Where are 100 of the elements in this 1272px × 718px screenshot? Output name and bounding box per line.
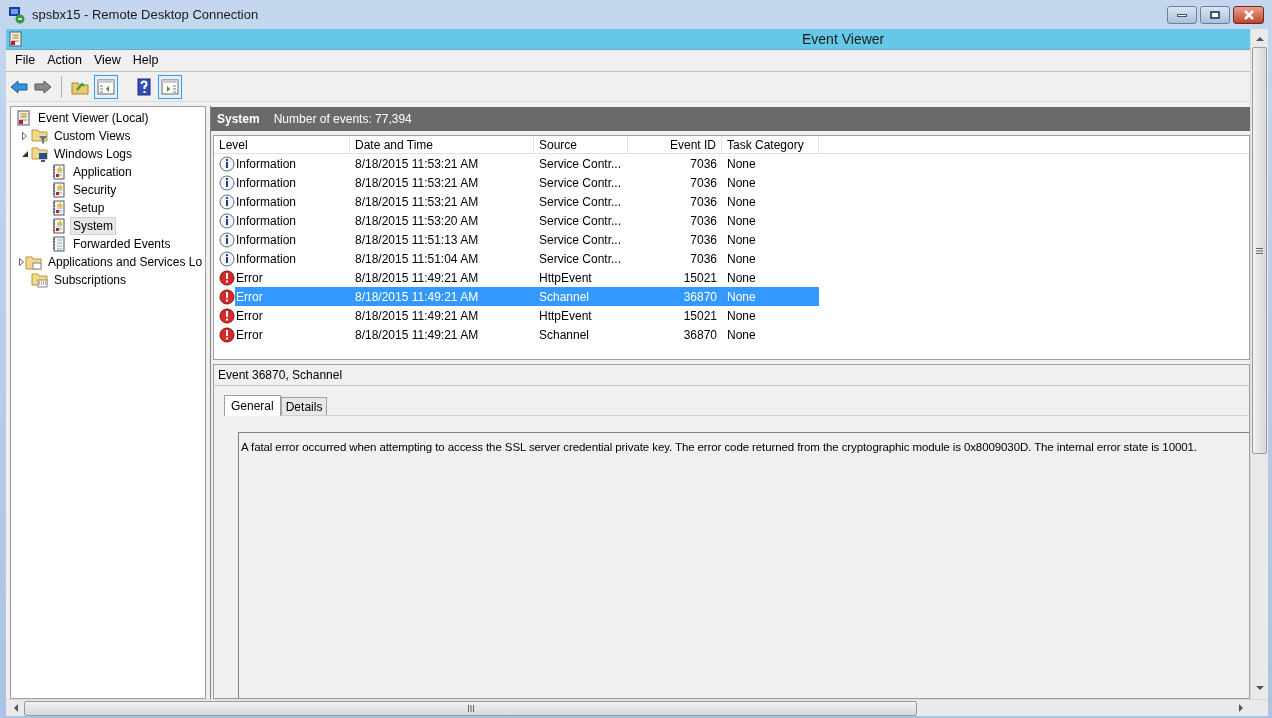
menu-item[interactable]: Action bbox=[41, 50, 88, 71]
table-cell-text: Information bbox=[235, 174, 298, 192]
tree-item[interactable]: System bbox=[70, 217, 116, 235]
table-cell-text: Schannel bbox=[538, 326, 591, 344]
maximize-icon bbox=[1210, 11, 1220, 19]
minimize-icon bbox=[1177, 13, 1187, 17]
column-header[interactable]: Level bbox=[214, 136, 350, 154]
table-cell-text: None bbox=[726, 250, 757, 268]
table-cell-text: 8/18/2015 11:53:20 AM bbox=[354, 212, 480, 230]
minimize-button[interactable] bbox=[1167, 6, 1197, 24]
table-cell: Error bbox=[235, 287, 350, 306]
column-header[interactable]: Task Category bbox=[722, 136, 819, 154]
help-button[interactable] bbox=[134, 76, 154, 97]
log-icon bbox=[50, 182, 67, 198]
maximize-button[interactable] bbox=[1200, 6, 1230, 24]
table-cell-text: 8/18/2015 11:51:13 AM bbox=[354, 231, 480, 249]
close-button[interactable] bbox=[1233, 6, 1264, 24]
scroll-left-icon[interactable] bbox=[13, 704, 18, 712]
tree-item[interactable]: Security bbox=[70, 181, 120, 199]
tree-item[interactable]: Forwarded Events bbox=[70, 235, 174, 253]
vertical-scrollbar[interactable] bbox=[1250, 29, 1268, 699]
scroll-up-icon[interactable] bbox=[1255, 36, 1264, 41]
event-count: Number of events: 77,394 bbox=[273, 111, 412, 128]
table-cell-text: HttpEvent bbox=[538, 307, 593, 325]
error-icon bbox=[219, 269, 235, 286]
table-cell-text: Service Contr... bbox=[538, 231, 623, 249]
menu-item[interactable]: Help bbox=[126, 50, 165, 71]
table-cell-text: Information bbox=[235, 212, 298, 230]
table-cell-text: 7036 bbox=[689, 193, 718, 211]
close-icon bbox=[1242, 10, 1255, 20]
tree-item[interactable]: Windows Logs bbox=[51, 145, 136, 163]
column-header[interactable]: Date and Time bbox=[350, 136, 534, 154]
table-cell-text: 8/18/2015 11:51:04 AM bbox=[354, 250, 480, 268]
info-icon bbox=[219, 174, 235, 191]
table-cell-text: None bbox=[726, 212, 757, 230]
table-cell-text: 8/18/2015 11:49:21 AM bbox=[354, 269, 480, 287]
tree-item[interactable]: Subscriptions bbox=[51, 271, 130, 289]
folder-computer-icon bbox=[31, 146, 48, 162]
table-cell-text: Information bbox=[235, 155, 298, 173]
table-cell-text: None bbox=[726, 231, 757, 249]
table-cell-text: Information bbox=[235, 193, 298, 211]
log-name: System bbox=[217, 111, 260, 128]
tree-item[interactable]: Application bbox=[70, 163, 135, 181]
folder-filter-icon bbox=[31, 128, 48, 144]
scrollbar-thumb[interactable] bbox=[1252, 47, 1267, 454]
log-icon bbox=[50, 200, 67, 216]
table-cell-text: None bbox=[726, 269, 757, 287]
table-cell-text: 7036 bbox=[689, 155, 718, 173]
table-cell-text: 7036 bbox=[689, 231, 718, 249]
table-cell-text: Information bbox=[235, 250, 298, 268]
horizontal-scrollbar-thumb[interactable] bbox=[24, 700, 917, 716]
table-cell-text: 8/18/2015 11:49:21 AM bbox=[354, 307, 480, 325]
table-cell-text: Service Contr... bbox=[538, 250, 623, 268]
table-cell-text: 8/18/2015 11:49:21 AM bbox=[354, 326, 480, 344]
error-icon bbox=[219, 288, 235, 305]
table-cell-text: 8/18/2015 11:53:21 AM bbox=[354, 155, 480, 173]
horizontal-scrollbar[interactable] bbox=[6, 699, 1268, 716]
table-cell-text: Service Contr... bbox=[538, 174, 623, 192]
tab[interactable]: Details bbox=[280, 397, 328, 415]
table-cell-text: Error bbox=[235, 326, 264, 344]
table-cell-text: None bbox=[726, 326, 757, 344]
window-title: spsbx15 - Remote Desktop Connection bbox=[32, 6, 259, 25]
tab[interactable]: General bbox=[224, 395, 281, 416]
tree-item[interactable]: Setup bbox=[70, 199, 108, 217]
expand-arrow-icon[interactable] bbox=[19, 130, 30, 142]
column-header[interactable]: Source bbox=[534, 136, 628, 154]
folder-icon bbox=[25, 254, 42, 270]
log-icon bbox=[50, 236, 67, 252]
scroll-right-icon[interactable] bbox=[1239, 704, 1244, 712]
table-cell-text: 7036 bbox=[689, 250, 718, 268]
log-icon bbox=[50, 218, 67, 234]
table-cell-text: Information bbox=[235, 231, 298, 249]
tree-item[interactable]: Event Viewer (Local) bbox=[35, 109, 152, 127]
scroll-down-icon[interactable] bbox=[1255, 686, 1264, 691]
info-icon bbox=[219, 231, 235, 248]
event-viewer-icon bbox=[8, 31, 23, 47]
expand-arrow-icon[interactable] bbox=[19, 256, 24, 268]
menu-item[interactable]: File bbox=[9, 50, 42, 71]
table-cell-text: None bbox=[726, 155, 757, 173]
table-cell: 8/18/2015 11:49:21 AM bbox=[350, 287, 534, 306]
error-icon bbox=[219, 307, 235, 324]
table-cell-text: Service Contr... bbox=[538, 155, 623, 173]
column-header[interactable]: Event ID bbox=[628, 136, 722, 154]
menu-item[interactable]: View bbox=[87, 50, 127, 71]
table-cell-text: 15021 bbox=[682, 307, 718, 325]
show-pane-button[interactable] bbox=[94, 74, 118, 99]
table-cell-text: None bbox=[726, 193, 757, 211]
table-cell: Schannel bbox=[534, 287, 628, 306]
table-cell-text: Service Contr... bbox=[538, 193, 623, 211]
error-icon bbox=[219, 326, 235, 343]
table-cell-text: 7036 bbox=[689, 174, 718, 192]
back-arrow-icon bbox=[10, 79, 28, 94]
info-icon bbox=[219, 155, 235, 172]
table-cell-text: None bbox=[726, 174, 757, 192]
folder-calendar-icon bbox=[31, 272, 48, 288]
tree-item[interactable]: Custom Views bbox=[51, 127, 134, 145]
app-title: Event Viewer bbox=[802, 29, 885, 49]
tree-item[interactable]: Applications and Services Lo bbox=[45, 253, 205, 271]
table-cell: 36870 bbox=[628, 287, 722, 306]
table-cell-text: Service Contr... bbox=[538, 212, 623, 230]
